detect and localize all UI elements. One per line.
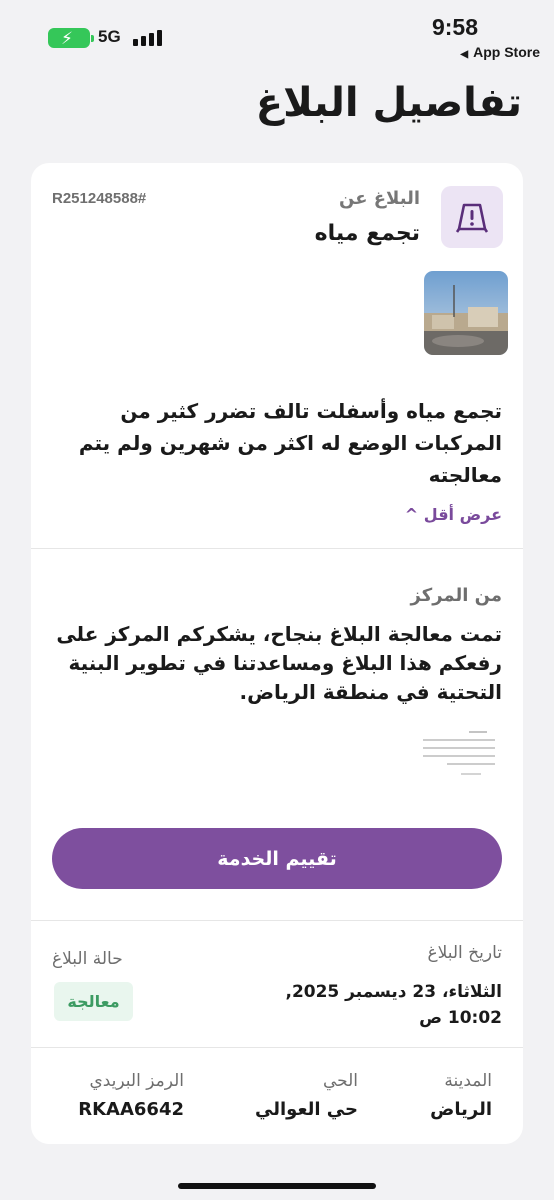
- report-description: تجمع مياه وأسفلت تالف تضرر كثير من المرك…: [78, 399, 502, 487]
- home-indicator[interactable]: [178, 1183, 376, 1189]
- back-to-app-link[interactable]: ◀ App Store: [460, 44, 540, 60]
- rate-service-button[interactable]: تقييم الخدمة: [52, 828, 502, 889]
- clock: 9:58: [431, 14, 478, 40]
- reply-attachment-thumbnail[interactable]: [417, 726, 501, 790]
- report-about-label: البلاغ عن: [339, 188, 420, 209]
- city-field: المدينة الرياض: [430, 1071, 492, 1120]
- center-reply-label: من المركز: [410, 585, 502, 606]
- report-photo[interactable]: [424, 271, 508, 355]
- divider: [31, 548, 523, 549]
- neighborhood-field: الحي حي العوالي: [255, 1071, 358, 1120]
- status-badge: معالجة: [54, 982, 133, 1021]
- page-title: تفاصيل البلاغ: [255, 80, 522, 126]
- battery-charging-icon: ⚡: [48, 28, 94, 49]
- neighborhood-label: الحي: [322, 1071, 358, 1091]
- network-type: 5G: [98, 27, 121, 46]
- report-date: الثلاثاء، 23 ديسمبر 2025, 10:02 ص: [285, 982, 502, 1028]
- center-reply: تمت معالجة البلاغ بنجاح، يشكركم المركز ع…: [56, 622, 502, 704]
- report-date-label: تاريخ البلاغ: [427, 943, 502, 963]
- back-app-label: App Store: [473, 44, 540, 60]
- show-less-button[interactable]: عرض أقل ^: [405, 505, 502, 524]
- divider: [31, 1047, 523, 1048]
- status-bar: ⚡ 5G 9:58 ◀ App Store: [0, 0, 554, 70]
- divider: [31, 920, 523, 921]
- chevron-up-icon: ^: [404, 505, 419, 524]
- signal-icon: [133, 30, 163, 46]
- city-label: المدينة: [444, 1071, 492, 1091]
- postal-code-label: الرمز البريدي: [89, 1071, 184, 1091]
- postal-code-value: RKAA6642: [78, 1099, 184, 1120]
- report-id: R251248588#: [52, 190, 147, 207]
- warning-sign-icon: [441, 186, 503, 248]
- city-value: الرياض: [430, 1099, 492, 1120]
- report-type: تجمع مياه: [314, 221, 420, 246]
- back-arrow-icon: ◀: [460, 49, 469, 60]
- report-status-label: حالة البلاغ: [52, 949, 123, 969]
- report-card: البلاغ عن تجمع مياه R251248588# تجمع ميا…: [31, 163, 523, 1144]
- neighborhood-value: حي العوالي: [255, 1099, 358, 1120]
- show-less-label: عرض أقل: [423, 505, 502, 524]
- postal-code-field: الرمز البريدي RKAA6642: [78, 1071, 184, 1120]
